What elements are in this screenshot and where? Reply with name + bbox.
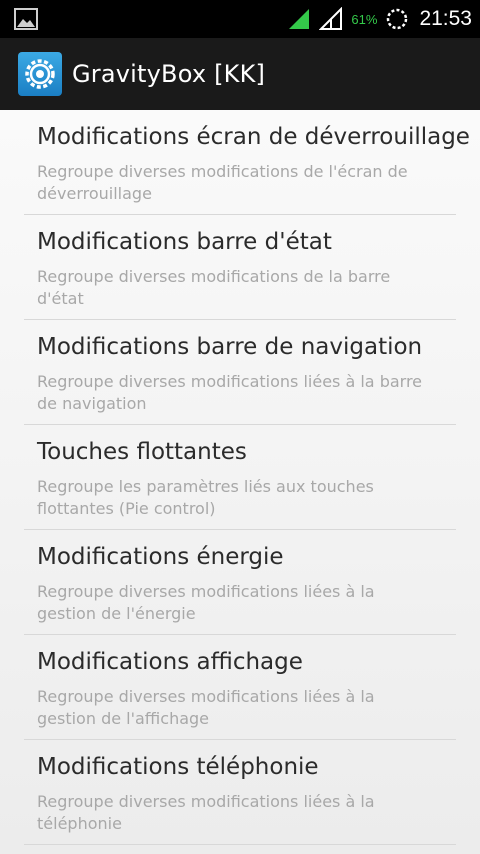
list-item-power[interactable]: Modifications énergie Regroupe diverses … xyxy=(24,530,456,635)
status-icons: 61% 21:53 xyxy=(287,0,472,38)
item-title: Modifications affichage xyxy=(37,649,303,675)
status-bar: 61% 21:53 xyxy=(0,0,480,38)
item-summary: Regroupe diverses modifications liées à … xyxy=(37,687,375,728)
item-summary: Regroupe diverses modifications de la ba… xyxy=(37,267,391,308)
item-title: Modifications écran de déverrouillage xyxy=(37,124,470,150)
action-bar: GravityBox [KK] xyxy=(0,38,480,110)
signal-green-icon xyxy=(289,9,310,29)
list-item-lockscreen[interactable]: Modifications écran de déverrouillage Re… xyxy=(24,110,470,215)
list-item-display[interactable]: Modifications affichage Regroupe diverse… xyxy=(24,635,456,740)
settings-list: Modifications écran de déverrouillage Re… xyxy=(0,110,480,854)
gallery-icon xyxy=(14,8,38,30)
item-title: Modifications téléphonie xyxy=(37,754,319,780)
item-title: Touches flottantes xyxy=(37,439,247,465)
list-item-telephony[interactable]: Modifications téléphonie Regroupe divers… xyxy=(24,740,456,845)
sync-ring-icon xyxy=(387,8,408,30)
app-title: GravityBox [KK] xyxy=(72,60,266,88)
battery-percent: 61% xyxy=(351,11,378,27)
list-item-statusbar[interactable]: Modifications barre d'état Regroupe dive… xyxy=(24,215,456,320)
gear-icon xyxy=(25,59,55,89)
item-summary: Regroupe diverses modifications liées à … xyxy=(37,792,375,833)
item-title: Modifications barre de navigation xyxy=(37,334,423,360)
signal-empty-icon xyxy=(319,7,343,30)
app-icon[interactable] xyxy=(18,52,62,96)
item-summary: Regroupe diverses modifications liées à … xyxy=(37,582,375,623)
item-title: Modifications énergie xyxy=(37,544,284,570)
list-item-pie-control[interactable]: Touches flottantes Regroupe les paramètr… xyxy=(24,425,456,530)
item-summary: Regroupe diverses modifications de l'écr… xyxy=(37,162,408,203)
clock: 21:53 xyxy=(419,7,472,30)
item-title: Modifications barre d'état xyxy=(37,229,332,255)
list-item-navbar[interactable]: Modifications barre de navigation Regrou… xyxy=(24,320,456,425)
item-summary: Regroupe diverses modifications liées à … xyxy=(37,372,423,413)
item-summary: Regroupe les paramètres liés aux touches… xyxy=(37,477,374,518)
